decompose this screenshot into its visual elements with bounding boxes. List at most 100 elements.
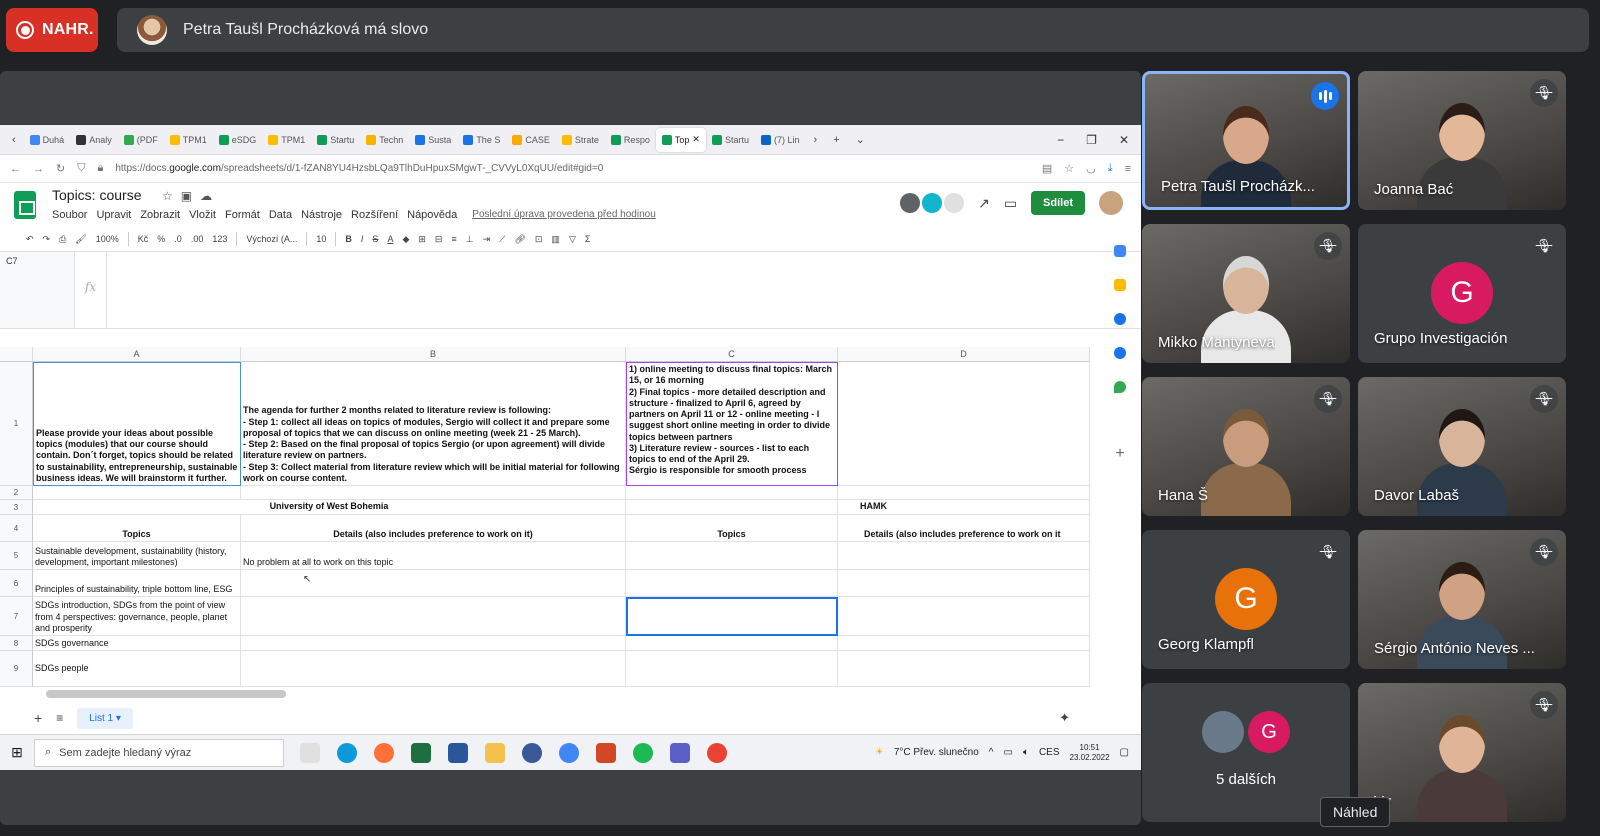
participant-tile[interactable]: G 5 dalších xyxy=(1142,683,1350,822)
cell-a8[interactable]: SDGs governance xyxy=(33,636,241,651)
italic-icon[interactable]: I xyxy=(361,234,364,244)
tab-scroll-right-icon[interactable]: › xyxy=(805,134,825,146)
row-header[interactable]: 7 xyxy=(0,597,33,636)
horizontal-scrollbar[interactable] xyxy=(38,689,1078,699)
avatar[interactable] xyxy=(900,193,921,213)
volume-icon[interactable]: 🔈︎ xyxy=(1023,747,1029,758)
cell[interactable] xyxy=(241,486,626,500)
tab-scroll-left-icon[interactable]: ‹ xyxy=(4,134,24,146)
language-indicator[interactable]: CES xyxy=(1039,747,1060,758)
app-icon[interactable] xyxy=(522,742,542,763)
cell[interactable] xyxy=(838,651,1090,687)
teams-icon[interactable] xyxy=(670,742,690,763)
borders-icon[interactable]: ⊞ xyxy=(418,234,426,245)
cell[interactable]: ↖ xyxy=(241,570,626,597)
weather-text[interactable]: 7°C Přev. slunečno xyxy=(894,747,979,758)
cell[interactable] xyxy=(241,597,626,636)
word-icon[interactable] xyxy=(448,742,468,763)
cell-b3[interactable]: University of West Bohemia xyxy=(33,500,626,515)
cell[interactable] xyxy=(838,570,1090,597)
cell[interactable] xyxy=(626,636,838,651)
task-view-icon[interactable] xyxy=(300,742,320,763)
firefox-icon[interactable] xyxy=(374,742,394,763)
pocket-icon[interactable]: ◡ xyxy=(1086,162,1096,175)
cell-a6[interactable]: Principles of sustainability, triple bot… xyxy=(33,570,241,597)
weather-icon[interactable]: ☀ xyxy=(875,747,884,758)
browser-tab[interactable]: Strate xyxy=(556,128,605,152)
cell-c4[interactable]: Topics xyxy=(626,515,838,542)
network-icon[interactable]: ▭ xyxy=(1003,747,1012,758)
menu-item[interactable]: Formát xyxy=(225,209,260,221)
menu-item[interactable]: Upravit xyxy=(96,209,131,221)
cell-a9[interactable]: SDGs people xyxy=(33,651,241,687)
font-select[interactable]: Výchozí (A... xyxy=(246,234,297,244)
taskbar-search[interactable]: ⌕ Sem zadejte hledaný výraz xyxy=(34,738,284,767)
cell-b1[interactable]: The agenda for further 2 months related … xyxy=(241,362,626,486)
row-header[interactable]: 3 xyxy=(0,500,33,515)
row-header[interactable]: 1 xyxy=(0,362,33,486)
print-icon[interactable]: ⎙ xyxy=(59,234,66,245)
browser-tab[interactable]: Susta xyxy=(409,128,457,152)
link-icon[interactable]: 🔗︎ xyxy=(514,234,525,245)
cell-c7-selected[interactable] xyxy=(626,597,838,636)
chart-icon[interactable]: ▥ xyxy=(551,234,560,245)
close-window-icon[interactable]: ✕ xyxy=(1119,133,1129,147)
cell-a4[interactable]: Topics xyxy=(33,515,241,542)
currency-button[interactable]: Kč xyxy=(138,234,149,244)
strikethrough-icon[interactable]: S xyxy=(372,234,378,244)
decrease-decimal-button[interactable]: .0 xyxy=(174,234,182,244)
participant-tile[interactable]: Sérgio António Neves ... 🎙︎ xyxy=(1358,530,1566,669)
browser-tab[interactable]: TPM1 xyxy=(164,128,213,152)
browser-tab[interactable]: (PDF xyxy=(118,128,164,152)
participant-tile[interactable]: Davor Labaš 🎙︎ xyxy=(1358,377,1566,516)
browser-tab[interactable]: Duhá xyxy=(24,128,71,152)
spotify-icon[interactable] xyxy=(633,742,653,763)
menu-item[interactable]: Soubor xyxy=(52,209,87,221)
scrollbar-thumb[interactable] xyxy=(46,690,286,698)
vertical-align-icon[interactable]: ⊥ xyxy=(466,234,474,245)
move-folder-icon[interactable]: ▣ xyxy=(181,189,200,203)
row-header[interactable]: 4 xyxy=(0,515,33,542)
participant-tile[interactable]: Joanna Bać 🎙︎ xyxy=(1358,71,1566,210)
cell[interactable] xyxy=(838,636,1090,651)
shield-icon[interactable]: ⛉ xyxy=(77,162,85,175)
menu-item[interactable]: Rozšíření xyxy=(351,209,398,221)
cell-d3[interactable]: HAMK xyxy=(838,500,1090,515)
cell[interactable] xyxy=(241,636,626,651)
merge-cells-icon[interactable]: ⊟ xyxy=(435,234,443,245)
chrome-icon[interactable] xyxy=(559,742,579,763)
cell[interactable] xyxy=(838,597,1090,636)
new-tab-icon[interactable]: + xyxy=(825,134,847,146)
tab-list-icon[interactable]: ⌄ xyxy=(848,133,873,146)
tasks-icon[interactable] xyxy=(1114,313,1126,325)
menu-item[interactable]: Nástroje xyxy=(301,209,342,221)
font-size-select[interactable]: 10 xyxy=(316,234,326,244)
bold-icon[interactable]: B xyxy=(345,234,352,244)
column-header-a[interactable]: A xyxy=(33,347,241,362)
browser-tab[interactable]: Analy xyxy=(70,128,118,152)
account-avatar[interactable] xyxy=(1099,191,1123,215)
cell-a5[interactable]: Sustainable development, sustainability … xyxy=(33,542,241,570)
zoom-select[interactable]: 100% xyxy=(96,234,119,244)
comment-add-icon[interactable]: ⊡ xyxy=(535,234,543,245)
cell-d1[interactable] xyxy=(838,362,1090,486)
cell-d4[interactable]: Details (also includes preference to wor… xyxy=(838,515,1090,542)
cell[interactable] xyxy=(626,500,838,515)
reader-view-icon[interactable]: ▤ xyxy=(1042,162,1052,175)
menu-item[interactable]: Vložit xyxy=(189,209,216,221)
menu-item[interactable]: Nápověda xyxy=(407,209,457,221)
bookmark-star-icon[interactable]: ☆ xyxy=(1064,162,1074,175)
back-icon[interactable]: ← xyxy=(10,163,21,175)
browser-tab[interactable]: TPM1 xyxy=(262,128,311,152)
add-addon-icon[interactable]: + xyxy=(1115,445,1124,463)
recording-indicator[interactable]: NAHR. xyxy=(6,8,98,52)
cell[interactable] xyxy=(33,486,241,500)
windows-start-icon[interactable]: ⊞ xyxy=(0,744,34,761)
close-tab-icon[interactable]: ✕ xyxy=(692,134,700,145)
powerpoint-icon[interactable] xyxy=(596,742,616,763)
cell-b5[interactable]: No problem at all to work on this topic xyxy=(241,542,626,570)
star-icon[interactable]: ☆ xyxy=(162,189,181,203)
cell-b4[interactable]: Details (also includes preference to wor… xyxy=(241,515,626,542)
participant-tile[interactable]: G Georg Klampfl 🎙︎ xyxy=(1142,530,1350,669)
calendar-icon[interactable] xyxy=(1114,245,1126,257)
